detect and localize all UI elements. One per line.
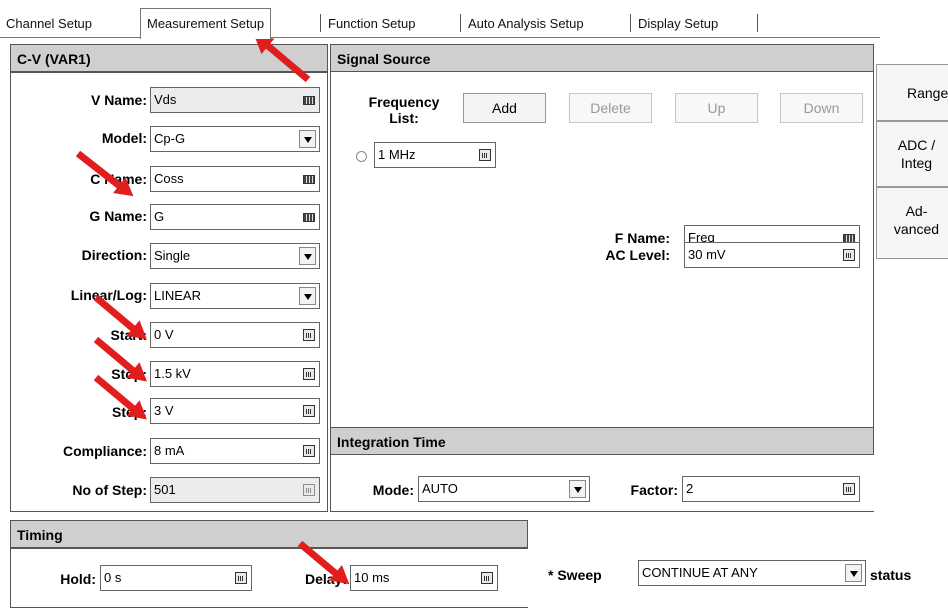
- adc-line2: Integ: [900, 155, 933, 171]
- frequency-list-label: Frequency List:: [354, 94, 454, 126]
- cname-value: Coss: [154, 171, 184, 186]
- down-button[interactable]: Down: [780, 93, 863, 123]
- stop-field[interactable]: 1.5 kV: [150, 361, 320, 387]
- calculator-icon[interactable]: [303, 405, 315, 417]
- frequency-field[interactable]: 1 MHz: [374, 142, 496, 168]
- model-value: Cp-G: [154, 131, 186, 146]
- direction-label: Direction:: [81, 247, 147, 263]
- frequency-list-label-line1: Frequency: [368, 94, 440, 110]
- frequency-list-label-line2: List:: [389, 110, 419, 126]
- tab-auto-analysis-setup[interactable]: Auto Analysis Setup: [462, 12, 590, 36]
- aclevel-label-text: AC Level:: [605, 247, 670, 263]
- calculator-icon[interactable]: [481, 572, 493, 584]
- adc-line1: ADC /: [897, 137, 936, 153]
- mode-value: AUTO: [422, 481, 458, 496]
- linlog-value: LINEAR: [154, 288, 201, 303]
- step-field[interactable]: 3 V: [150, 398, 320, 424]
- calculator-icon[interactable]: [843, 249, 855, 261]
- sweep-select[interactable]: CONTINUE AT ANY: [638, 560, 866, 586]
- hold-value: 0 s: [104, 570, 122, 585]
- tab-underline: [0, 37, 880, 38]
- model-select[interactable]: Cp-G: [150, 126, 320, 152]
- advanced-button[interactable]: Ad- vanced: [876, 187, 948, 259]
- start-value: 0 V: [154, 327, 174, 342]
- adc-integ-button[interactable]: ADC / Integ: [876, 121, 948, 187]
- tab-separator: [630, 14, 631, 32]
- sweep-label: * Sweep: [548, 567, 602, 583]
- aclevel-field[interactable]: 30 mV: [684, 242, 860, 268]
- chevron-down-icon[interactable]: [299, 287, 316, 305]
- calculator-icon[interactable]: [235, 572, 247, 584]
- tab-display-setup[interactable]: Display Setup: [632, 12, 724, 36]
- frequency-radio[interactable]: [356, 151, 367, 162]
- adv-line2: vanced: [893, 221, 940, 237]
- hold-field[interactable]: 0 s: [100, 565, 252, 591]
- linlog-select[interactable]: LINEAR: [150, 283, 320, 309]
- calculator-icon[interactable]: [303, 484, 315, 496]
- gname-value: G: [154, 209, 165, 224]
- tab-separator: [320, 14, 321, 32]
- up-button[interactable]: Up: [675, 93, 758, 123]
- mode-label: Mode:: [372, 482, 414, 498]
- keyboard-icon[interactable]: [303, 175, 315, 184]
- tab-measurement-setup[interactable]: Measurement Setup: [140, 8, 272, 39]
- keyboard-icon[interactable]: [303, 213, 315, 222]
- factor-value: 2: [686, 481, 694, 496]
- sweep-status-label: status: [870, 567, 912, 583]
- gname-label: G Name:: [89, 208, 147, 224]
- hold-label: Hold:: [60, 571, 96, 587]
- calculator-icon[interactable]: [479, 149, 491, 161]
- direction-value: Single: [154, 248, 191, 263]
- nostep-label: No of Step:: [72, 482, 147, 498]
- compliance-value: 8 mA: [154, 443, 185, 458]
- calculator-icon[interactable]: [303, 445, 315, 457]
- delete-button[interactable]: Delete: [569, 93, 652, 123]
- timing-header: Timing: [10, 520, 528, 548]
- compliance-label: Compliance:: [62, 443, 147, 459]
- vname-value: Vds: [154, 92, 177, 107]
- compliance-field[interactable]: 8 mA: [150, 438, 320, 464]
- nostep-field[interactable]: 501: [150, 477, 320, 503]
- stop-value: 1.5 kV: [154, 366, 191, 381]
- direction-select[interactable]: Single: [150, 243, 320, 269]
- cname-field[interactable]: Coss: [150, 166, 320, 192]
- chevron-down-icon[interactable]: [845, 564, 862, 582]
- factor-label: Factor:: [630, 482, 678, 498]
- tab-bar: Channel Setup Measurement Setup Function…: [0, 0, 948, 39]
- frequency-value: 1 MHz: [378, 147, 416, 162]
- sweep-value: CONTINUE AT ANY: [642, 565, 758, 580]
- chevron-down-icon[interactable]: [569, 480, 586, 498]
- range-button[interactable]: Range: [876, 64, 948, 121]
- aclevel-value: 30 mV: [688, 247, 726, 262]
- factor-field[interactable]: 2: [682, 476, 860, 502]
- chevron-down-icon[interactable]: [299, 247, 316, 265]
- chevron-down-icon[interactable]: [299, 130, 316, 148]
- keyboard-icon[interactable]: [303, 96, 315, 105]
- integration-time-header: Integration Time: [330, 427, 874, 455]
- tab-channel-setup[interactable]: Channel Setup: [0, 12, 98, 36]
- tab-separator: [757, 14, 758, 32]
- delay-value: 10 ms: [354, 570, 390, 585]
- calculator-icon[interactable]: [303, 329, 315, 341]
- fname-label: F Name:: [614, 230, 670, 246]
- start-field[interactable]: 0 V: [150, 322, 320, 348]
- tab-separator: [460, 14, 461, 32]
- vname-label: V Name:: [90, 92, 147, 108]
- calculator-icon[interactable]: [843, 483, 855, 495]
- signal-source-header: Signal Source: [330, 44, 874, 72]
- vname-field[interactable]: Vds: [150, 87, 320, 113]
- mode-select[interactable]: AUTO: [418, 476, 590, 502]
- adv-line1: Ad-: [905, 203, 928, 219]
- calculator-icon[interactable]: [303, 368, 315, 380]
- linlog-label: Linear/Log:: [70, 287, 147, 303]
- model-label: Model:: [101, 130, 147, 146]
- step-value: 3 V: [154, 403, 174, 418]
- gname-field[interactable]: G: [150, 204, 320, 230]
- delay-field[interactable]: 10 ms: [350, 565, 498, 591]
- nostep-value: 501: [154, 482, 176, 497]
- add-button[interactable]: Add: [463, 93, 546, 123]
- tab-function-setup[interactable]: Function Setup: [322, 12, 421, 36]
